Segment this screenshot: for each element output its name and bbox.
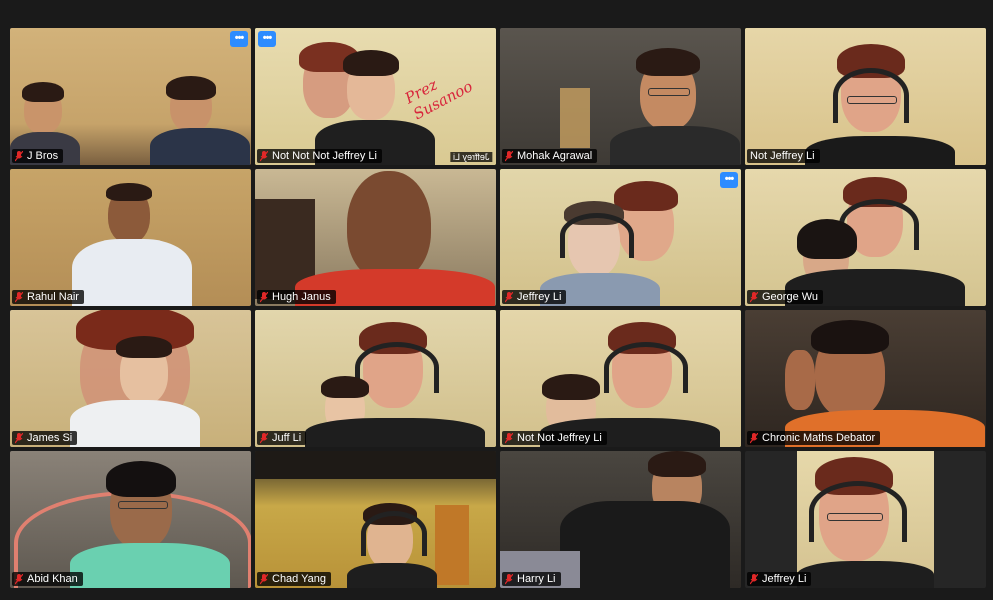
- video-tile[interactable]: ••• J Bros: [10, 28, 251, 165]
- video-feed: [10, 310, 251, 447]
- participant-name: Chronic Maths Debator: [762, 432, 876, 444]
- video-feed: [500, 28, 741, 165]
- mic-muted-icon: [260, 150, 268, 162]
- video-feed: [255, 169, 496, 306]
- participant-nameplate: J Bros: [12, 149, 64, 163]
- participant-nameplate: Abid Khan: [12, 572, 83, 586]
- participant-name: Mohak Agrawal: [517, 150, 593, 162]
- participant-name: Chad Yang: [272, 573, 327, 585]
- participant-nameplate: Not Jeffrey Li: [747, 149, 820, 163]
- more-options-button[interactable]: •••: [230, 31, 248, 47]
- participant-name: Jeffrey Li: [762, 573, 807, 585]
- mic-muted-icon: [15, 573, 23, 585]
- mic-muted-icon: [15, 432, 23, 444]
- participant-nameplate: Rahul Nair: [12, 290, 84, 304]
- participant-nameplate: Chad Yang: [257, 572, 332, 586]
- participant-name: Harry Li: [517, 573, 556, 585]
- video-tile-active[interactable]: Prez Susanoo ••• Jeffrey Li Not Not Not …: [255, 28, 496, 165]
- participant-nameplate: George Wu: [747, 290, 824, 304]
- video-tile[interactable]: Chad Yang: [255, 451, 496, 588]
- mirrored-name-tag: Jeffrey Li: [449, 152, 492, 162]
- mic-muted-icon: [260, 573, 268, 585]
- participant-name: James Si: [27, 432, 73, 444]
- participant-name: George Wu: [762, 291, 819, 303]
- video-feed: [10, 28, 251, 165]
- participant-nameplate: James Si: [12, 431, 78, 445]
- whiteboard-annotation: Prez Susanoo: [401, 75, 476, 124]
- more-options-button[interactable]: •••: [258, 31, 276, 47]
- mic-muted-icon: [260, 291, 268, 303]
- participant-nameplate: Jeffrey Li: [747, 572, 812, 586]
- video-tile[interactable]: Abid Khan: [10, 451, 251, 588]
- participant-name: J Bros: [27, 150, 59, 162]
- participant-nameplate: Mohak Agrawal: [502, 149, 598, 163]
- participant-nameplate: Juff Li: [257, 431, 307, 445]
- participant-name: Not Jeffrey Li: [750, 150, 815, 162]
- video-feed: [10, 169, 251, 306]
- mic-muted-icon: [750, 573, 758, 585]
- mic-muted-icon: [15, 291, 23, 303]
- mic-muted-icon: [260, 432, 268, 444]
- video-feed: [500, 451, 741, 588]
- participant-nameplate: Jeffrey Li: [502, 290, 567, 304]
- video-feed: [500, 169, 741, 306]
- gallery-view: ••• J Bros Prez Susanoo ••• Jeffrey Li N…: [10, 28, 990, 588]
- video-feed: [255, 451, 496, 588]
- video-feed: [797, 451, 934, 588]
- mic-muted-icon: [750, 432, 758, 444]
- video-feed: [255, 310, 496, 447]
- mic-muted-icon: [505, 573, 513, 585]
- mic-muted-icon: [505, 150, 513, 162]
- participant-name: Rahul Nair: [27, 291, 79, 303]
- mic-muted-icon: [750, 291, 758, 303]
- video-tile[interactable]: George Wu: [745, 169, 986, 306]
- mic-muted-icon: [505, 291, 513, 303]
- participant-nameplate: Hugh Janus: [257, 290, 336, 304]
- video-feed: [10, 451, 251, 588]
- video-feed: Prez Susanoo: [255, 28, 496, 165]
- video-tile[interactable]: Jeffrey Li: [745, 451, 986, 588]
- video-feed: [745, 169, 986, 306]
- participant-name: Not Not Not Jeffrey Li: [272, 150, 377, 162]
- participant-name: Not Not Jeffrey Li: [517, 432, 602, 444]
- video-tile[interactable]: Mohak Agrawal: [500, 28, 741, 165]
- video-feed: [500, 310, 741, 447]
- video-tile[interactable]: Rahul Nair: [10, 169, 251, 306]
- video-tile[interactable]: James Si: [10, 310, 251, 447]
- participant-name: Abid Khan: [27, 573, 78, 585]
- video-tile-active[interactable]: Not Not Jeffrey Li: [500, 310, 741, 447]
- participant-name: Jeffrey Li: [517, 291, 562, 303]
- participant-nameplate: Harry Li: [502, 572, 561, 586]
- participant-name: Hugh Janus: [272, 291, 331, 303]
- video-feed: [745, 310, 986, 447]
- video-tile[interactable]: Chronic Maths Debator: [745, 310, 986, 447]
- video-tile-active[interactable]: Juff Li: [255, 310, 496, 447]
- video-tile-active[interactable]: ••• Jeffrey Li: [500, 169, 741, 306]
- video-tile-active[interactable]: Not Jeffrey Li: [745, 28, 986, 165]
- participant-nameplate: Not Not Not Jeffrey Li: [257, 149, 382, 163]
- mic-muted-icon: [15, 150, 23, 162]
- participant-nameplate: Chronic Maths Debator: [747, 431, 881, 445]
- mic-muted-icon: [505, 432, 513, 444]
- participant-nameplate: Not Not Jeffrey Li: [502, 431, 607, 445]
- more-options-button[interactable]: •••: [720, 172, 738, 188]
- video-feed: [745, 28, 986, 165]
- video-tile[interactable]: Hugh Janus: [255, 169, 496, 306]
- video-tile[interactable]: Harry Li: [500, 451, 741, 588]
- participant-name: Juff Li: [272, 432, 302, 444]
